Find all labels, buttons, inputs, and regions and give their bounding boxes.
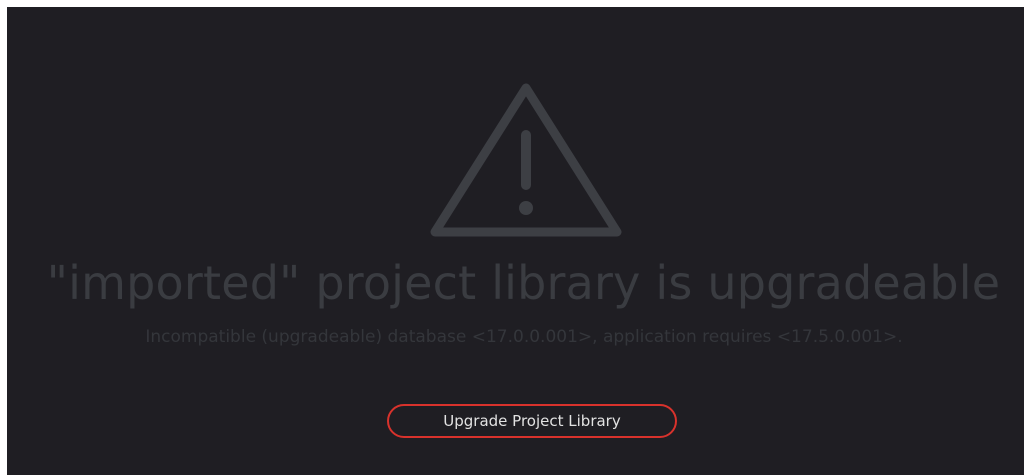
upgrade-project-library-button[interactable]: Upgrade Project Library (387, 404, 677, 438)
dialog-message: Incompatible (upgradeable) database <17.… (145, 327, 903, 347)
upgrade-dialog: "imported" project library is upgradeabl… (7, 7, 1024, 475)
dialog-title: "imported" project library is upgradeabl… (46, 256, 1001, 310)
warning-triangle-icon (427, 78, 625, 240)
